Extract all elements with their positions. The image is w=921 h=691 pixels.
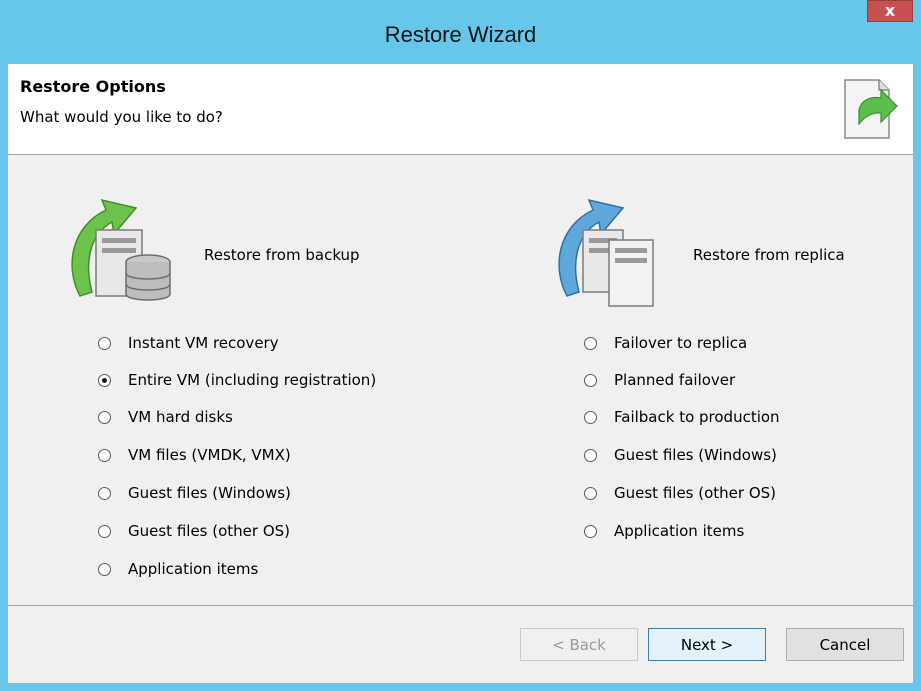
radio-icon[interactable] [98, 336, 111, 350]
option-instant-vm-recovery[interactable]: Instant VM recovery [98, 332, 279, 354]
radio-icon[interactable] [584, 524, 597, 538]
option-label: Guest files (other OS) [614, 484, 777, 502]
option-replica-guest-files-windows[interactable]: Guest files (Windows) [584, 444, 777, 466]
option-label: Instant VM recovery [128, 334, 279, 352]
option-label: Failover to replica [614, 334, 748, 352]
radio-icon[interactable] [98, 524, 111, 538]
cancel-button[interactable]: Cancel [786, 628, 904, 661]
two-servers-blue-arrow-icon [558, 198, 654, 307]
option-replica-guest-files-other-os[interactable]: Guest files (other OS) [584, 482, 776, 504]
option-label: Guest files (Windows) [128, 484, 291, 502]
radio-icon[interactable] [584, 448, 597, 462]
option-entire-vm[interactable]: Entire VM (including registration) [98, 369, 376, 391]
option-label: Application items [128, 560, 259, 578]
radio-icon[interactable] [584, 486, 597, 500]
option-vm-files[interactable]: VM files (VMDK, VMX) [98, 444, 291, 466]
option-label: Planned failover [614, 371, 736, 389]
window-title: Restore Wizard [384, 22, 537, 47]
restore-wizard-icon [844, 79, 898, 139]
close-button[interactable]: x [867, 0, 913, 22]
close-icon: x [884, 1, 896, 20]
option-guest-files-windows[interactable]: Guest files (Windows) [98, 482, 291, 504]
next-button[interactable]: Next > [648, 628, 766, 661]
server-with-database-green-arrow-icon [71, 198, 171, 301]
title-bar[interactable]: Restore Wizard x [0, 0, 921, 64]
restore-from-backup-label: Restore from backup [204, 246, 360, 264]
radio-icon[interactable] [584, 373, 597, 387]
option-planned-failover[interactable]: Planned failover [584, 369, 735, 391]
option-label: Guest files (other OS) [128, 522, 291, 540]
restore-from-replica-label: Restore from replica [693, 246, 845, 264]
radio-icon[interactable] [98, 562, 111, 576]
option-label: Application items [614, 522, 745, 540]
option-vm-hard-disks[interactable]: VM hard disks [98, 406, 233, 428]
radio-icon[interactable] [584, 336, 597, 350]
option-replica-application-items[interactable]: Application items [584, 520, 744, 542]
option-label: VM hard disks [128, 408, 233, 426]
page-subtitle: What would you like to do? [20, 108, 223, 126]
wizard-client-area: Restore Options What would you like to d… [8, 64, 913, 683]
radio-icon[interactable] [98, 486, 111, 500]
option-label: Entire VM (including registration) [128, 371, 377, 389]
radio-icon[interactable] [98, 410, 111, 424]
restore-wizard-window: Restore Wizard x Restore Options What wo… [0, 0, 921, 691]
radio-icon[interactable] [584, 410, 597, 424]
page-title: Restore Options [20, 77, 166, 96]
back-button[interactable]: < Back [520, 628, 638, 661]
option-failback-to-production[interactable]: Failback to production [584, 406, 780, 428]
footer-separator [8, 605, 913, 606]
wizard-header: Restore Options What would you like to d… [8, 64, 913, 155]
option-label: Guest files (Windows) [614, 446, 777, 464]
radio-checked-icon[interactable] [98, 373, 111, 387]
option-label: VM files (VMDK, VMX) [128, 446, 291, 464]
option-guest-files-other-os[interactable]: Guest files (other OS) [98, 520, 290, 542]
option-application-items[interactable]: Application items [98, 558, 258, 580]
radio-icon[interactable] [98, 448, 111, 462]
option-failover-to-replica[interactable]: Failover to replica [584, 332, 747, 354]
option-label: Failback to production [614, 408, 780, 426]
